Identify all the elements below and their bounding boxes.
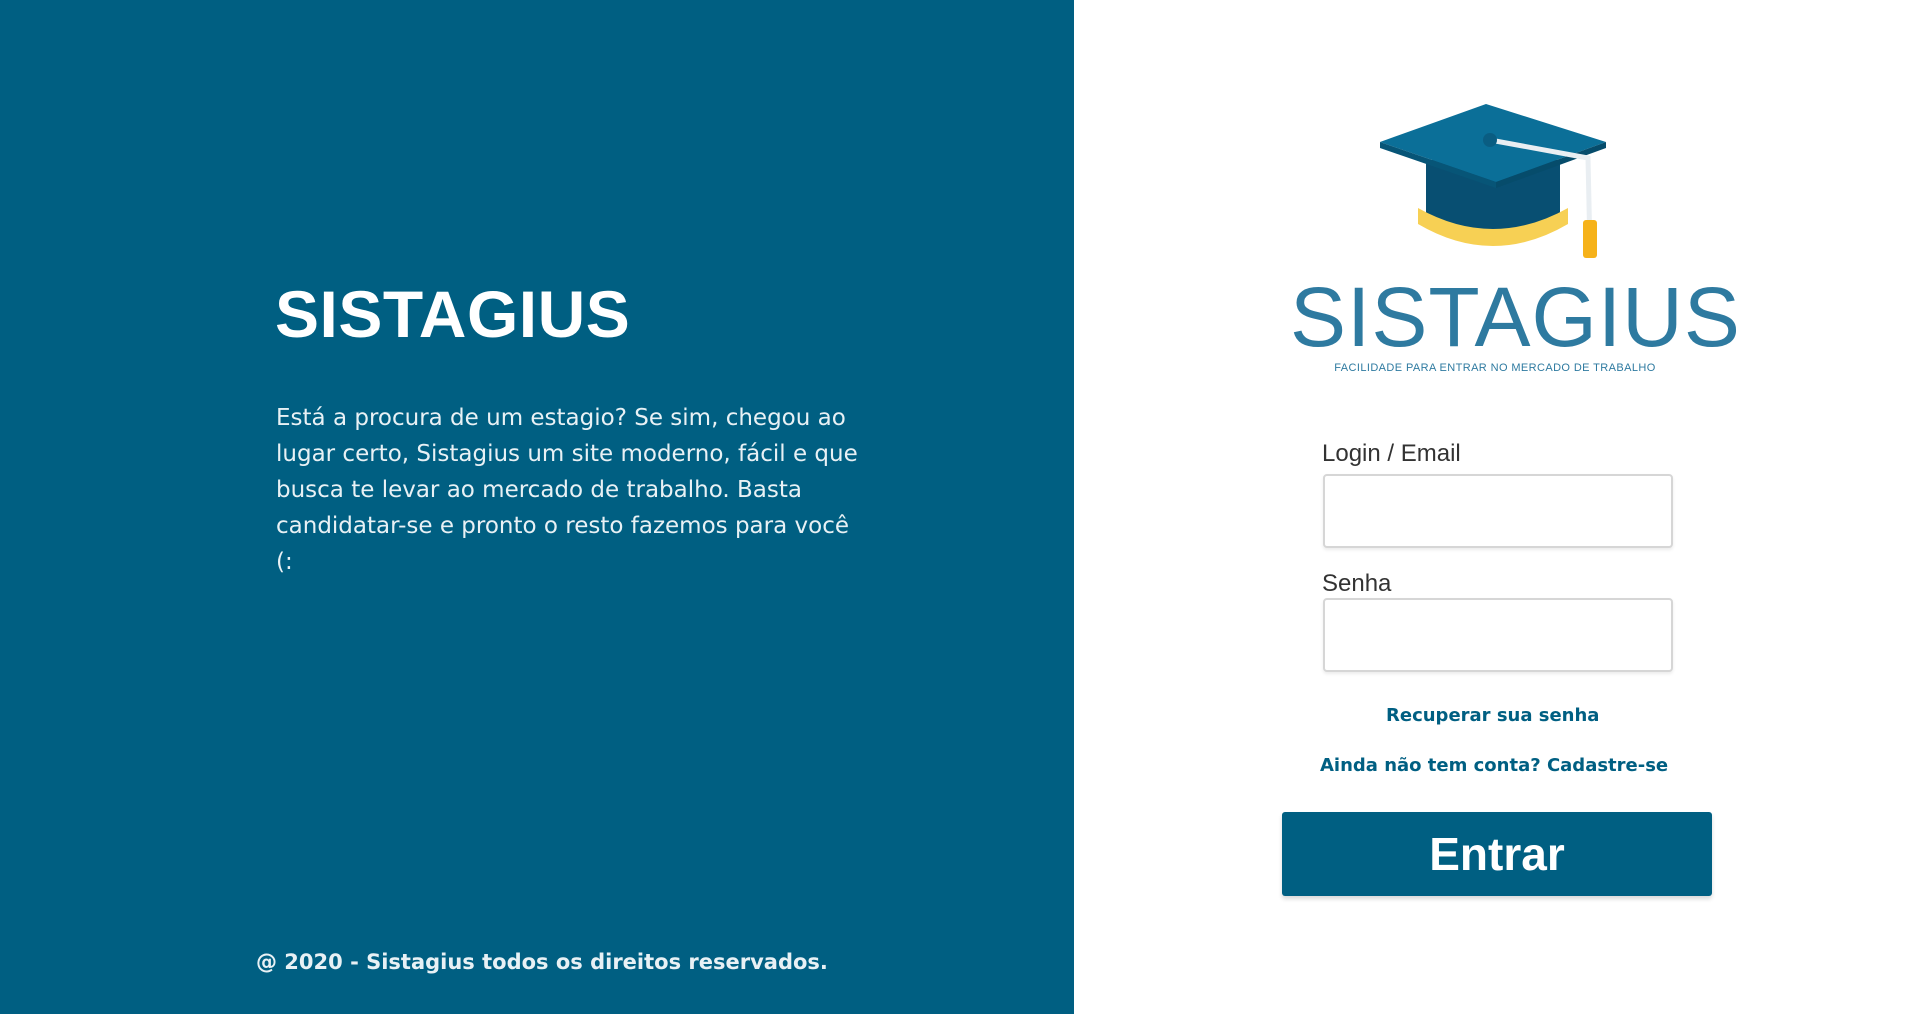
login-email-input[interactable] — [1323, 474, 1673, 548]
password-label: Senha — [1322, 570, 1392, 597]
logo-wordmark: SISTAGIUS — [1290, 270, 1741, 364]
graduation-cap-icon — [1380, 104, 1606, 258]
hero-description: Está a procura de um estagio? Se sim, ch… — [276, 405, 858, 575]
hero-title: SISTAGIUS — [275, 277, 631, 351]
hero-panel: SISTAGIUS Está a procura de um estagio? … — [0, 0, 1074, 1014]
copyright-footer: @ 2020 - Sistagius todos os direitos res… — [256, 950, 828, 974]
recover-password-link[interactable]: Recuperar sua senha — [1386, 705, 1599, 726]
login-page: SISTAGIUS Está a procura de um estagio? … — [0, 0, 1914, 1014]
logo-tagline: FACILIDADE PARA ENTRAR NO MERCADO DE TRA… — [1334, 362, 1656, 374]
login-submit-button[interactable]: Entrar — [1282, 812, 1712, 896]
password-input[interactable] — [1323, 598, 1673, 672]
signup-link[interactable]: Ainda não tem conta? Cadastre-se — [1320, 755, 1668, 776]
login-email-label: Login / Email — [1322, 440, 1461, 467]
